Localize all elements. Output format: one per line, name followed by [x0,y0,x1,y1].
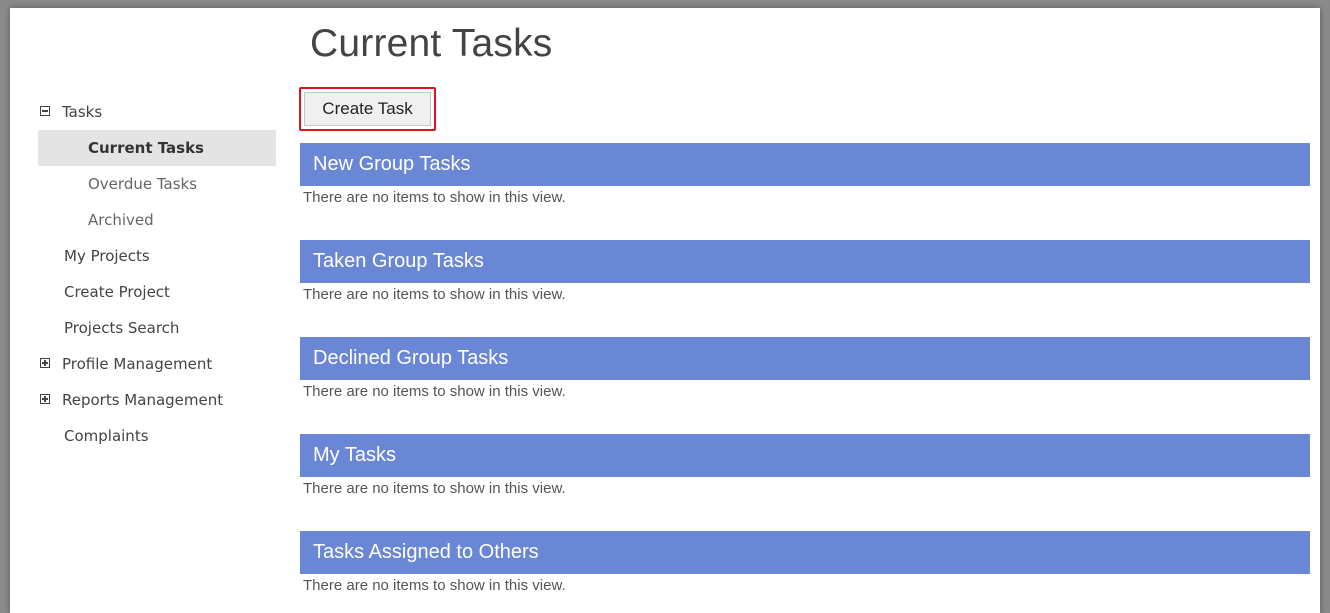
sidebar-item-label: Current Tasks [88,139,204,157]
sidebar-item-label: Profile Management [62,355,213,373]
sidebar-item-overdue-tasks[interactable]: Overdue Tasks [38,166,276,202]
sidebar-item-profile-management[interactable]: Profile Management [38,346,276,382]
sidebar-item-label: Archived [88,211,154,229]
section-taken-group-tasks: Taken Group Tasks There are no items to … [300,240,1310,303]
section-new-group-tasks: New Group Tasks There are no items to sh… [300,143,1310,206]
section-declined-group-tasks: Declined Group Tasks There are no items … [300,337,1310,400]
empty-message: There are no items to show in this view. [303,383,566,400]
sidebar-item-archived[interactable]: Archived [38,202,276,238]
sidebar-item-tasks[interactable]: Tasks [38,94,276,130]
sidebar-item-label: Tasks [62,103,103,121]
sidebar-item-reports-management[interactable]: Reports Management [38,382,276,418]
sidebar-nav: Tasks Current Tasks Overdue Tasks Archiv… [38,94,276,454]
sidebar-item-my-projects[interactable]: My Projects [38,238,276,274]
section-header[interactable]: My Tasks [300,434,1310,477]
sidebar-item-current-tasks[interactable]: Current Tasks [38,130,276,166]
sidebar-item-label: Create Project [64,283,170,301]
section-my-tasks: My Tasks There are no items to show in t… [300,434,1310,497]
empty-message: There are no items to show in this view. [303,577,566,594]
page-title: Current Tasks [310,22,553,65]
highlight-frame: Create Task [299,87,436,131]
expand-icon[interactable] [40,394,50,404]
section-header[interactable]: Declined Group Tasks [300,337,1310,380]
sidebar-item-label: Overdue Tasks [88,175,198,193]
empty-message: There are no items to show in this view. [303,480,566,497]
page-frame: Tasks Current Tasks Overdue Tasks Archiv… [10,8,1320,613]
empty-message: There are no items to show in this view. [303,189,566,206]
collapse-icon[interactable] [40,106,50,116]
empty-message: There are no items to show in this view. [303,286,566,303]
section-header[interactable]: New Group Tasks [300,143,1310,186]
sidebar-item-create-project[interactable]: Create Project [38,274,276,310]
section-tasks-assigned-to-others: Tasks Assigned to Others There are no it… [300,531,1310,594]
sidebar-item-label: Projects Search [64,319,180,337]
sidebar-item-label: My Projects [64,247,150,265]
sidebar-item-projects-search[interactable]: Projects Search [38,310,276,346]
sidebar-item-complaints[interactable]: Complaints [38,418,276,454]
sidebar-item-label: Complaints [64,427,149,445]
sidebar-item-label: Reports Management [62,391,224,409]
section-header[interactable]: Tasks Assigned to Others [300,531,1310,574]
create-task-button[interactable]: Create Task [304,92,431,126]
section-header[interactable]: Taken Group Tasks [300,240,1310,283]
expand-icon[interactable] [40,358,50,368]
